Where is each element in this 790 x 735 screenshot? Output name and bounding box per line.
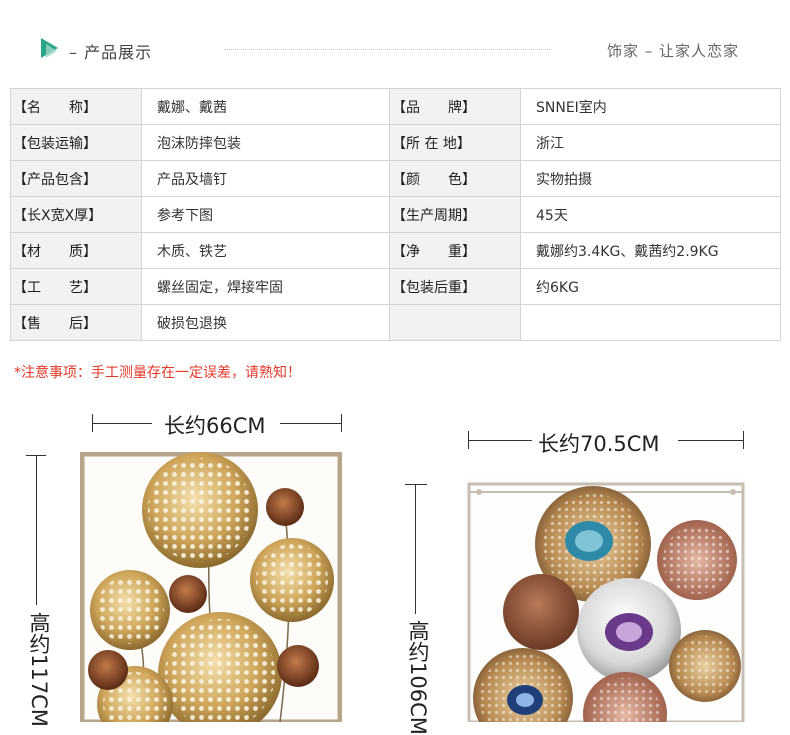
spec-value-empty bbox=[520, 304, 781, 341]
spec-label: 【材 质】 bbox=[10, 232, 142, 269]
spec-label: 【包装后重】 bbox=[389, 268, 521, 305]
spec-value: 螺丝固定，焊接牢固 bbox=[141, 268, 390, 305]
spec-value: 约6KG bbox=[520, 268, 781, 305]
spec-label-empty bbox=[389, 304, 521, 341]
width-line bbox=[280, 423, 342, 424]
table-row: 【包装运输】 泡沫防摔包装 【所 在 地】 浙江 bbox=[10, 124, 781, 161]
spec-value: 实物拍摄 bbox=[520, 160, 781, 197]
spec-value: 破损包退换 bbox=[141, 304, 390, 341]
spec-value: SNNEI室内 bbox=[520, 88, 781, 125]
spec-label: 【所 在 地】 bbox=[389, 124, 521, 161]
width-label-right-product: 长约70.5CM bbox=[538, 432, 660, 456]
height-label-right-product: 高约106CM bbox=[406, 620, 430, 735]
width-tick-right bbox=[743, 431, 744, 449]
spec-label: 【工 艺】 bbox=[10, 268, 142, 305]
spec-label: 【品 牌】 bbox=[389, 88, 521, 125]
agate-wall-art-right bbox=[465, 478, 747, 722]
table-row: 【售 后】 破损包退换 bbox=[10, 304, 781, 341]
spec-label: 【净 重】 bbox=[389, 232, 521, 269]
product-image-right bbox=[465, 478, 747, 722]
spec-table: 【名 称】 戴娜、戴茜 【品 牌】 SNNEI室内 【包装运输】 泡沫防摔包装 … bbox=[10, 88, 781, 341]
spec-value: 木质、铁艺 bbox=[141, 232, 390, 269]
spec-label: 【生产周期】 bbox=[389, 196, 521, 233]
play-triangle-shadow-icon bbox=[46, 44, 57, 58]
width-line bbox=[468, 440, 532, 441]
spec-label: 【颜 色】 bbox=[389, 160, 521, 197]
spec-value: 45天 bbox=[520, 196, 781, 233]
spec-value: 戴娜约3.4KG、戴茜约2.9KG bbox=[520, 232, 781, 269]
height-line bbox=[415, 484, 416, 614]
section-header: – 产品展示 饰家 – 让家人恋家 bbox=[0, 0, 790, 90]
width-tick-right bbox=[341, 414, 342, 432]
spec-value: 参考下图 bbox=[141, 196, 390, 233]
width-label-left-product: 长约66CM bbox=[164, 414, 266, 438]
spec-value: 戴娜、戴茜 bbox=[141, 88, 390, 125]
height-line bbox=[36, 455, 37, 605]
notice-text: *注意事项：手工测量存在一定误差，请熟知！ bbox=[14, 365, 301, 381]
width-line bbox=[678, 440, 743, 441]
table-row: 【工 艺】 螺丝固定，焊接牢固 【包装后重】 约6KG bbox=[10, 268, 781, 305]
table-row: 【材 质】 木质、铁艺 【净 重】 戴娜约3.4KG、戴茜约2.9KG bbox=[10, 232, 781, 269]
product-image-left bbox=[80, 452, 342, 722]
spec-label: 【包装运输】 bbox=[10, 124, 142, 161]
spec-label: 【长X宽X厚】 bbox=[10, 196, 142, 233]
lotus-wall-art-left bbox=[80, 452, 342, 722]
dotted-divider bbox=[224, 49, 552, 50]
height-tick-top bbox=[405, 484, 427, 485]
spec-value: 浙江 bbox=[520, 124, 781, 161]
table-row: 【长X宽X厚】 参考下图 【生产周期】 45天 bbox=[10, 196, 781, 233]
spec-value: 泡沫防摔包装 bbox=[141, 124, 390, 161]
spec-label: 【产品包含】 bbox=[10, 160, 142, 197]
table-row: 【产品包含】 产品及墙钉 【颜 色】 实物拍摄 bbox=[10, 160, 781, 197]
table-row: 【名 称】 戴娜、戴茜 【品 牌】 SNNEI室内 bbox=[10, 88, 781, 125]
section-title: – 产品展示 bbox=[69, 43, 153, 62]
height-label-left-product: 高约117CM bbox=[27, 612, 51, 727]
brand-slogan: 饰家 – 让家人恋家 bbox=[607, 42, 740, 60]
spec-value: 产品及墙钉 bbox=[141, 160, 390, 197]
spec-label: 【售 后】 bbox=[10, 304, 142, 341]
spec-label: 【名 称】 bbox=[10, 88, 142, 125]
width-line bbox=[92, 423, 152, 424]
